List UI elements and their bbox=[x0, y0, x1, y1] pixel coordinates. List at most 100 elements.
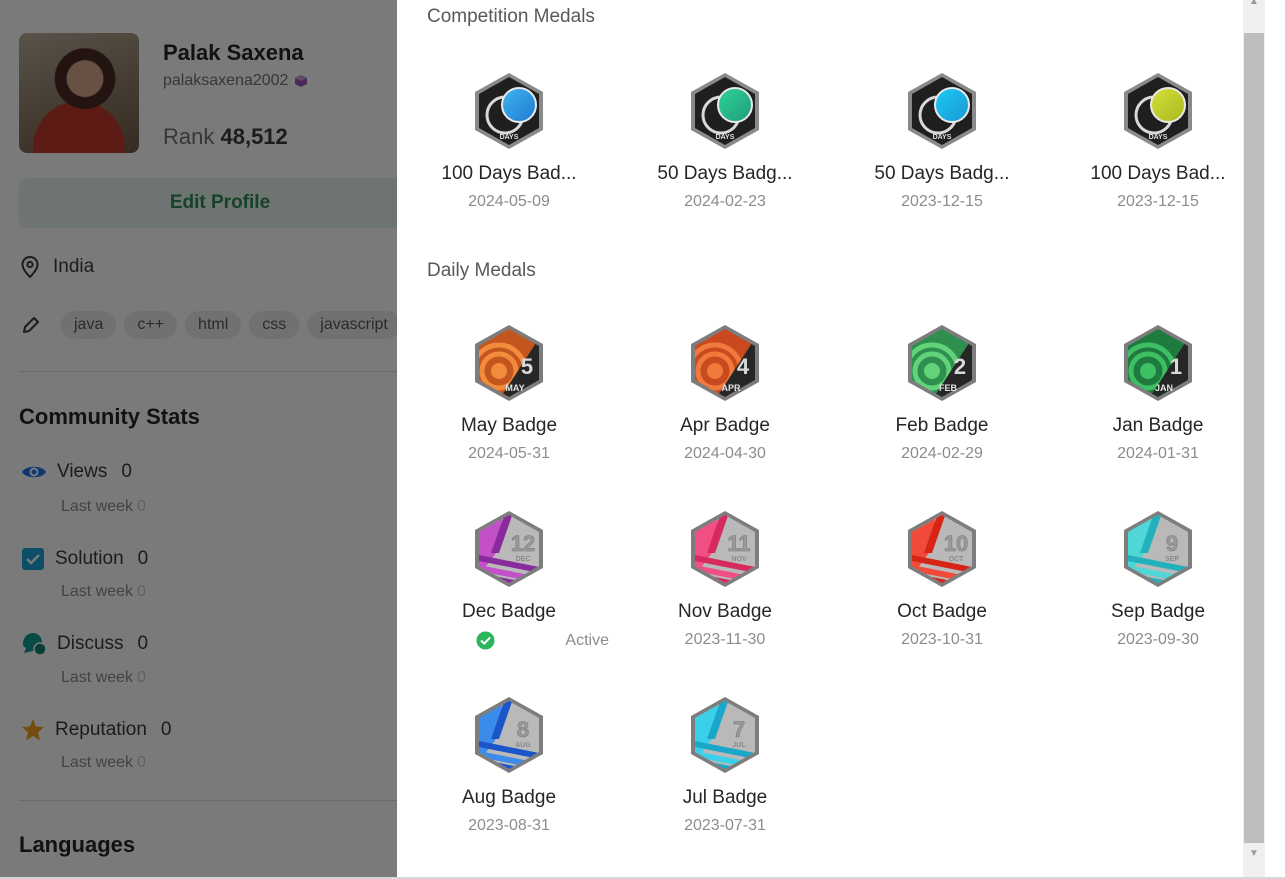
stat-label: Views bbox=[57, 461, 108, 482]
badge-name: Oct Badge bbox=[897, 601, 987, 622]
community-stats-title: Community Stats bbox=[19, 404, 200, 429]
stat-sub-label: Last week bbox=[61, 498, 134, 515]
badge-date: 2024-02-23 bbox=[684, 193, 766, 210]
badge-icon: 7 JUL bbox=[691, 697, 759, 773]
stat-sub-value: 0 bbox=[137, 498, 146, 515]
badge-number: 5 bbox=[521, 354, 533, 379]
daily-badge[interactable]: 7 JUL Jul Badge 2023-07-31 bbox=[625, 695, 825, 835]
badge-icon: DAYS bbox=[1124, 73, 1192, 149]
edit-profile-label: Edit Profile bbox=[169, 192, 271, 213]
badge-name: Feb Badge bbox=[895, 415, 989, 436]
stat-sub-views: Last week 0 bbox=[61, 498, 146, 516]
badge-name: Jan Badge bbox=[1112, 415, 1204, 436]
competition-badge[interactable]: DAYS 50 Days Badg... 2024-02-23 bbox=[625, 71, 825, 211]
skills-row: java c++ html css javascript bbox=[21, 311, 401, 339]
badge-month: DEC bbox=[516, 556, 531, 563]
checkbox-icon bbox=[22, 548, 44, 570]
daily-badge[interactable]: 12 DEC Dec Badge Active bbox=[409, 509, 609, 650]
stat-discuss: Discuss 0 bbox=[21, 632, 148, 656]
daily-badge[interactable]: 11 NOV Nov Badge 2023-11-30 bbox=[625, 509, 825, 649]
stat-value: 0 bbox=[137, 633, 149, 654]
star-icon bbox=[22, 719, 44, 741]
badge-icon-text: DAYS bbox=[933, 134, 952, 141]
badge-number: 4 bbox=[737, 354, 750, 379]
badge-name: Jul Badge bbox=[682, 787, 768, 808]
badge-number: 7 bbox=[733, 717, 745, 742]
skill-tag[interactable]: c++ bbox=[124, 311, 178, 339]
scroll-up-arrow[interactable]: ▲ bbox=[1247, 0, 1261, 10]
daily-badge[interactable]: 8 AUG Aug Badge 2023-08-31 bbox=[409, 695, 609, 835]
badge-name: Aug Badge bbox=[461, 787, 557, 808]
rank-label: Rank bbox=[163, 124, 215, 149]
competition-badge[interactable]: DAYS 100 Days Bad... 2023-12-15 bbox=[1058, 71, 1258, 211]
badge-number: 9 bbox=[1166, 531, 1178, 556]
edit-profile-button[interactable]: Edit Profile bbox=[19, 178, 421, 228]
gem-icon bbox=[295, 75, 308, 87]
badge-month: JAN bbox=[1155, 383, 1173, 393]
badge-icon-text: DAYS bbox=[500, 134, 519, 141]
badge-number: 1 bbox=[1170, 354, 1182, 379]
skill-tag[interactable]: css bbox=[249, 311, 300, 339]
scroll-down-arrow[interactable]: ▼ bbox=[1247, 848, 1261, 862]
scrollbar-thumb[interactable] bbox=[1244, 33, 1264, 843]
daily-badge[interactable]: 2 FEB Feb Badge 2024-02-29 bbox=[842, 323, 1042, 463]
badge-date: 2024-05-31 bbox=[468, 445, 550, 462]
skill-tag[interactable]: java bbox=[61, 311, 117, 339]
stat-label: Solution bbox=[55, 548, 124, 569]
badge-number: 11 bbox=[727, 531, 750, 556]
daily-badge[interactable]: 4 APR Apr Badge 2024-04-30 bbox=[625, 323, 825, 463]
stat-sub-value: 0 bbox=[137, 669, 146, 686]
competition-badge[interactable]: DAYS 100 Days Bad... 2024-05-09 bbox=[409, 71, 609, 211]
competition-badge[interactable]: DAYS 50 Days Badg... 2023-12-15 bbox=[842, 71, 1042, 211]
badge-date: 2023-08-31 bbox=[468, 817, 550, 834]
daily-badge[interactable]: 10 OCT Oct Badge 2023-10-31 bbox=[842, 509, 1042, 649]
badge-number: 12 bbox=[511, 531, 535, 556]
stat-label: Discuss bbox=[57, 633, 124, 654]
badge-icon: DAYS bbox=[691, 73, 759, 149]
stat-sub-label: Last week bbox=[61, 583, 134, 600]
location-pin-icon bbox=[21, 256, 39, 278]
badge-name: Apr Badge bbox=[680, 415, 770, 436]
badge-date: 2023-10-31 bbox=[901, 631, 983, 648]
stat-sub-value: 0 bbox=[137, 754, 146, 771]
avatar[interactable] bbox=[19, 33, 139, 153]
badge-name: May Badge bbox=[460, 415, 558, 436]
divider bbox=[19, 800, 419, 801]
badge-date: 2023-11-30 bbox=[684, 631, 766, 648]
badge-date: 2023-07-31 bbox=[684, 817, 766, 834]
badge-icon-text: DAYS bbox=[1149, 134, 1168, 141]
badge-month: JUL bbox=[732, 742, 746, 749]
daily-medals-title: Daily Medals bbox=[427, 260, 536, 281]
badge-number: 10 bbox=[944, 531, 968, 556]
badge-date: 2024-01-31 bbox=[1117, 445, 1199, 462]
badge-icon-text: DAYS bbox=[716, 134, 735, 141]
pencil-icon bbox=[23, 317, 39, 333]
stat-sub-label: Last week bbox=[61, 669, 134, 686]
badge-number: 8 bbox=[517, 717, 529, 742]
badge-name: Sep Badge bbox=[1110, 601, 1206, 622]
eye-icon bbox=[22, 466, 46, 478]
profile-rank: Rank 48,512 bbox=[163, 124, 288, 150]
stat-value: 0 bbox=[160, 719, 172, 740]
daily-badge[interactable]: 5 MAY May Badge 2024-05-31 bbox=[409, 323, 609, 463]
stat-solution: Solution 0 bbox=[21, 547, 148, 571]
skill-tag[interactable]: html bbox=[185, 311, 242, 339]
daily-badge[interactable]: 9 SEP Sep Badge 2023-09-30 bbox=[1058, 509, 1258, 649]
stat-sub-discuss: Last week 0 bbox=[61, 669, 146, 687]
rank-value: 48,512 bbox=[220, 124, 288, 149]
stat-views: Views 0 bbox=[21, 461, 132, 483]
stat-sub-value: 0 bbox=[137, 583, 146, 600]
badge-icon: 10 OCT bbox=[908, 511, 976, 587]
stat-sub-label: Last week bbox=[61, 754, 134, 771]
badge-date: 2023-12-15 bbox=[1117, 193, 1199, 210]
badge-name: Nov Badge bbox=[677, 601, 772, 622]
stat-value: 0 bbox=[137, 548, 149, 569]
badge-date: 2024-04-30 bbox=[684, 445, 766, 462]
daily-badge[interactable]: 1 JAN Jan Badge 2024-01-31 bbox=[1058, 323, 1258, 463]
skill-tag[interactable]: javascript bbox=[307, 311, 401, 339]
badge-month: OCT bbox=[949, 556, 965, 563]
stat-value: 0 bbox=[121, 461, 132, 482]
badge-month: AUG bbox=[515, 742, 531, 749]
profile-username: palaksaxena2002 bbox=[163, 72, 308, 90]
badge-icon: 5 MAY bbox=[475, 325, 543, 401]
